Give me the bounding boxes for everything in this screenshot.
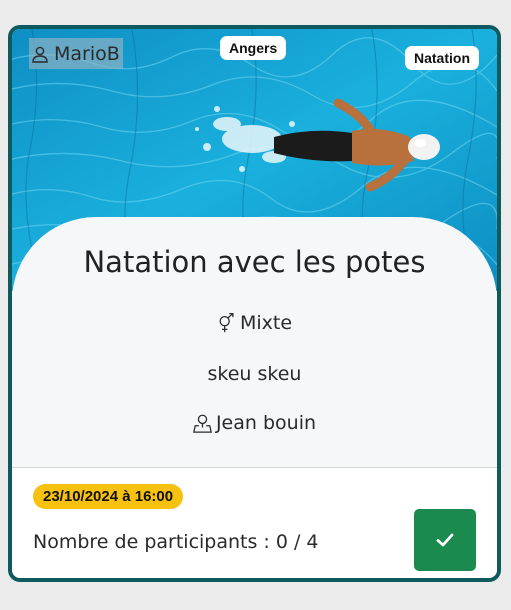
city-badge: Angers: [220, 36, 287, 60]
card-footer: 23/10/2024 à 16:00 Nombre de participant…: [12, 467, 497, 578]
date-badge: 23/10/2024 à 16:00: [33, 484, 184, 509]
user-icon: [32, 46, 48, 63]
description-text: skeu skeu: [207, 363, 302, 385]
card-body: Natation avec les potes Mixte skeu skeu …: [12, 217, 497, 467]
author-tag[interactable]: MarioB: [29, 38, 123, 69]
author-name: MarioB: [54, 42, 120, 65]
map-pin-icon: [193, 414, 212, 433]
activity-card[interactable]: MarioB Angers Natation Natation avec les…: [8, 25, 501, 582]
gender-row: Mixte: [12, 312, 497, 334]
sport-badge: Natation: [405, 46, 479, 70]
location-label: Jean bouin: [215, 412, 317, 434]
participants-count: Nombre de participants : 0 / 4: [33, 531, 319, 553]
description-row: skeu skeu: [12, 363, 497, 385]
gender-label: Mixte: [239, 312, 293, 334]
activity-title: Natation avec les potes: [83, 245, 426, 279]
gender-icon: [219, 313, 234, 333]
location-row: Jean bouin: [12, 412, 497, 434]
check-icon: [436, 533, 454, 547]
join-button[interactable]: [414, 509, 476, 571]
